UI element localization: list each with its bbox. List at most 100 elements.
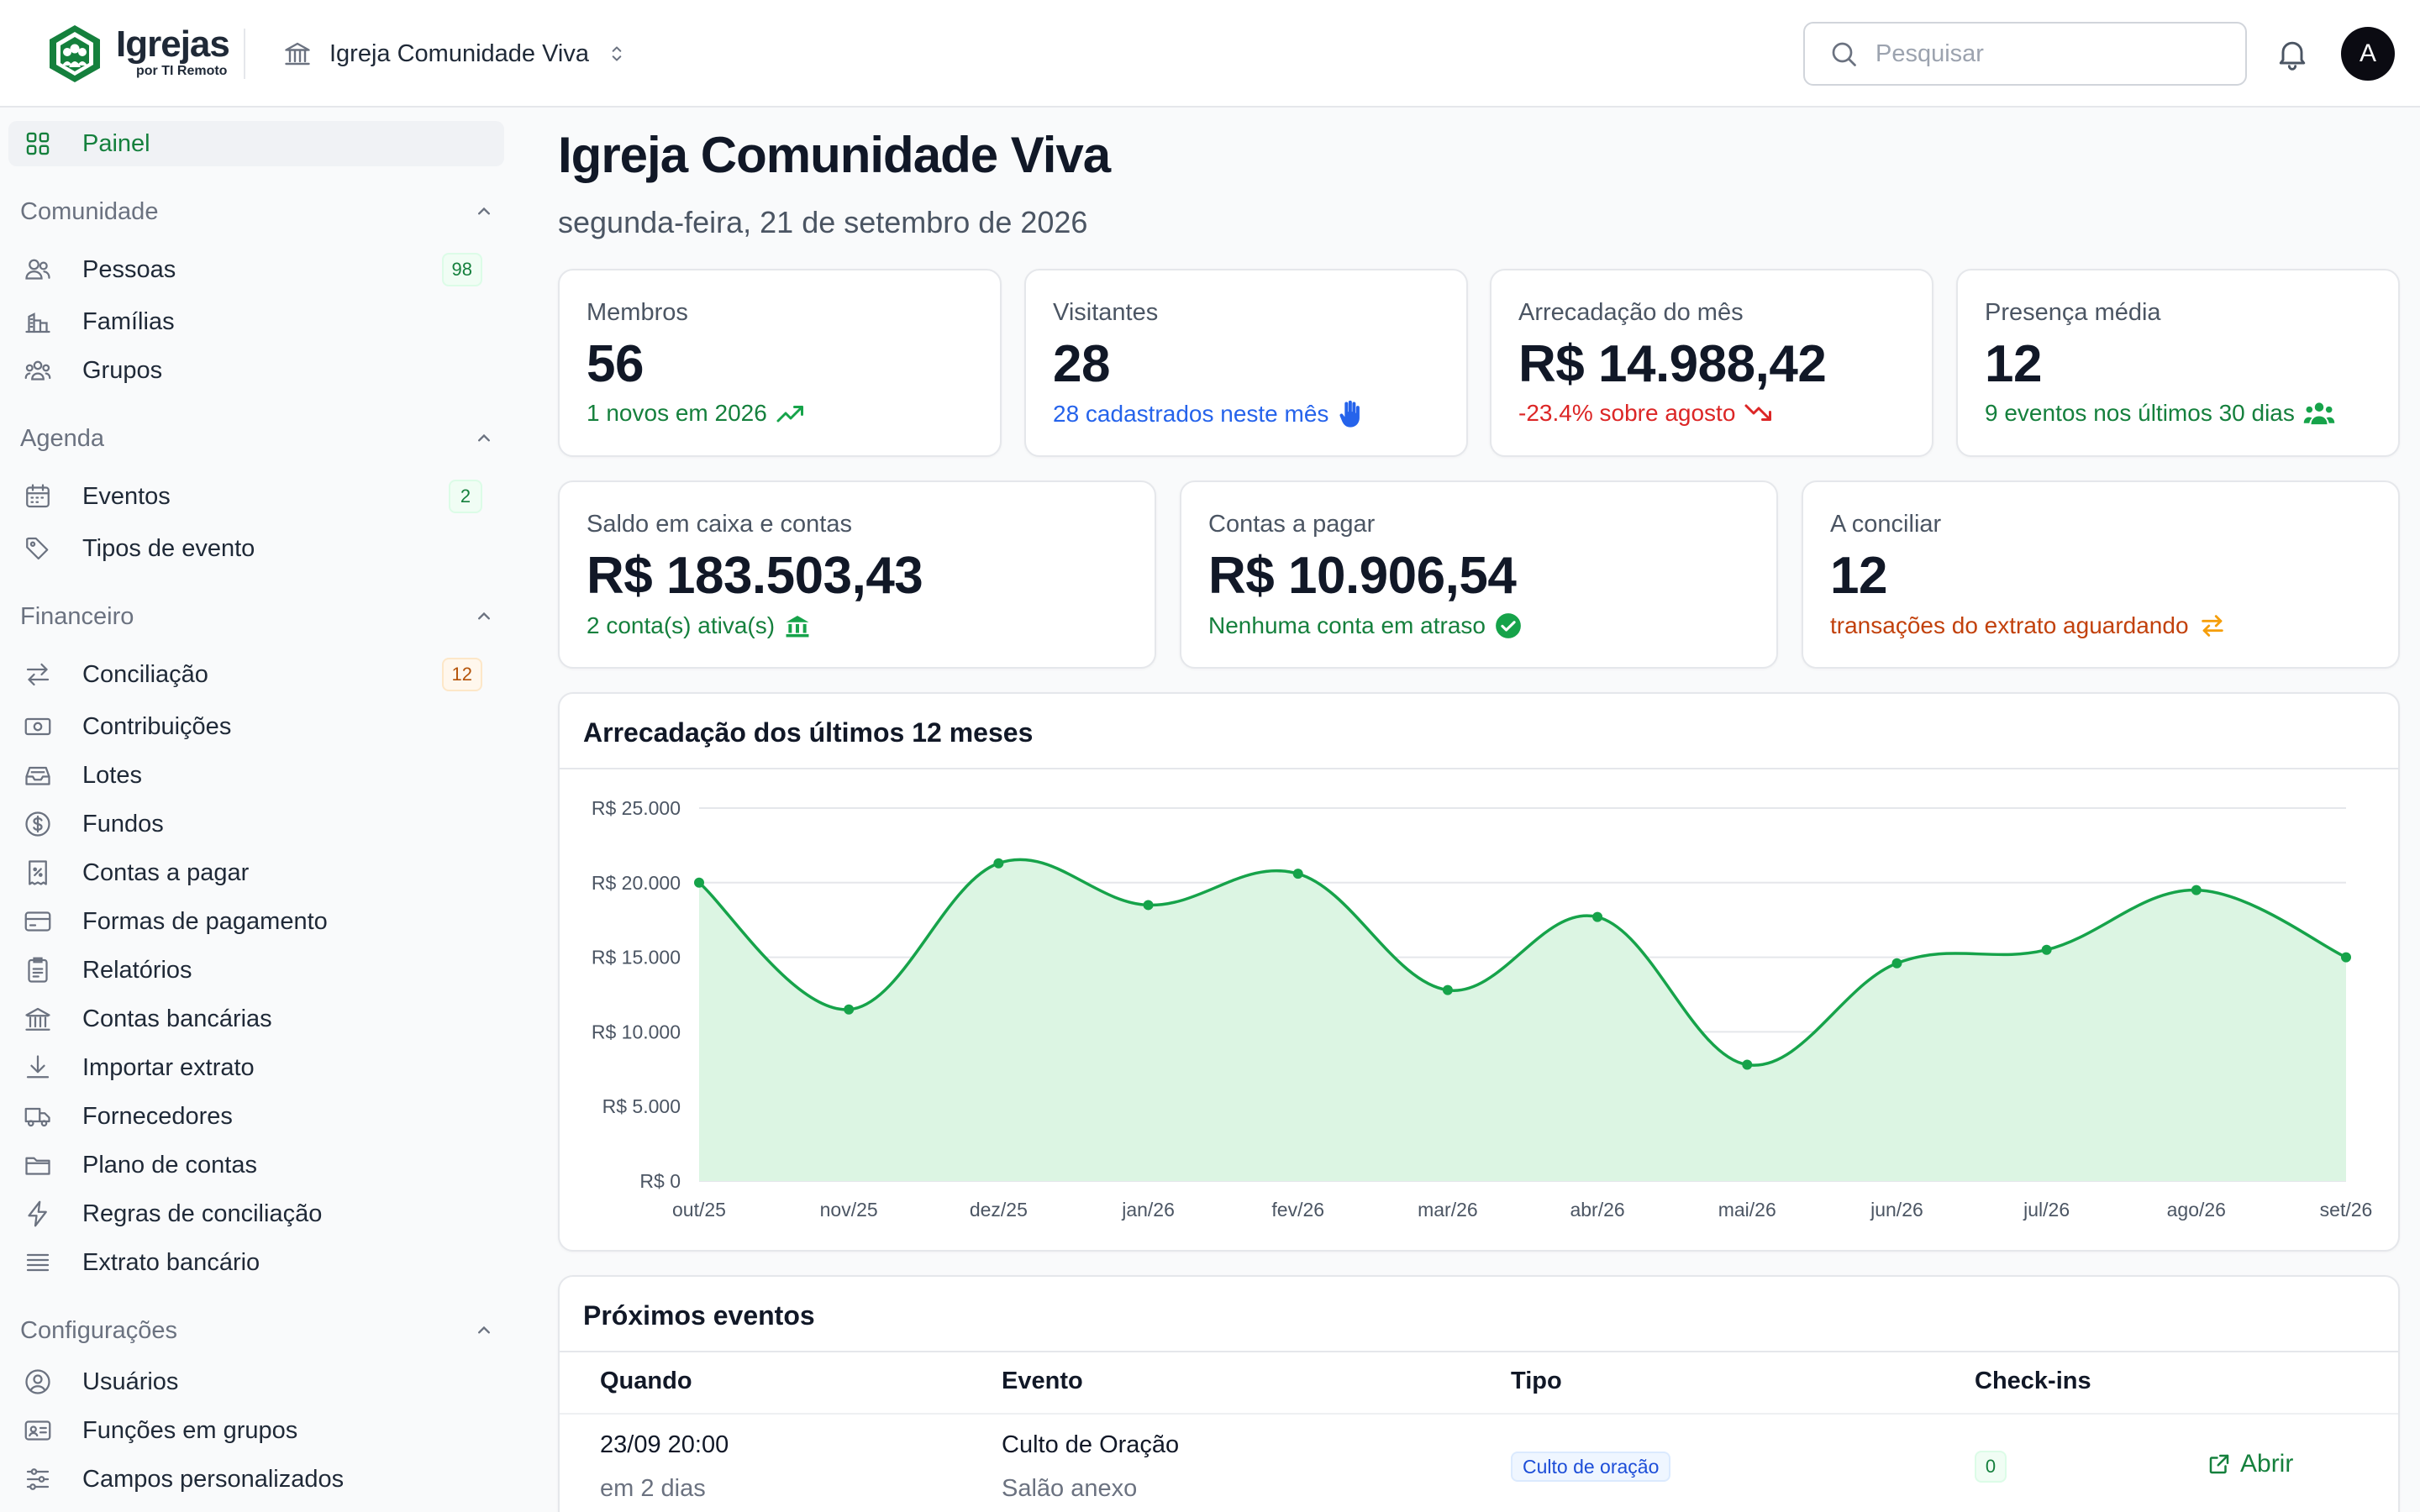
- stat-label: Presença média: [1985, 299, 2161, 326]
- open-event-link[interactable]: Abrir: [2207, 1450, 2293, 1478]
- column-header-when[interactable]: Quando: [600, 1368, 692, 1395]
- sidebar-item-fundos[interactable]: Fundos: [8, 801, 504, 847]
- external-link-icon: [2209, 1454, 2229, 1474]
- sidebar-item-fornecedores[interactable]: Fornecedores: [8, 1094, 504, 1139]
- sidebar-item-pessoas[interactable]: Pessoas 98: [8, 247, 504, 292]
- stat-card-membros[interactable]: Membros 56 1 novos em 2026: [558, 269, 1002, 457]
- event-when: 23/09 20:00: [600, 1431, 729, 1458]
- inbox-icon: [22, 759, 54, 791]
- x-tick-label: ago/26: [2167, 1199, 2226, 1221]
- sidebar: Painel Comunidade Pessoas 98 Famílias Gr…: [0, 109, 521, 1512]
- x-tick-label: jan/26: [1121, 1199, 1175, 1221]
- chart-data-point: [2341, 952, 2351, 963]
- section-header-comunidade[interactable]: Comunidade: [20, 193, 496, 230]
- stat-card-visitantes[interactable]: Visitantes 28 28 cadastrados neste mês: [1024, 269, 1468, 457]
- truck-icon: [22, 1100, 54, 1132]
- page-title: Igreja Comunidade Viva: [558, 127, 1111, 183]
- stat-card-arrecadacao[interactable]: Arrecadação do mês R$ 14.988,42 -23.4% s…: [1490, 269, 1933, 457]
- sidebar-item-funcoes-em-grupos[interactable]: Funções em grupos: [8, 1408, 504, 1453]
- stat-subtext-label: Nenhuma conta em atraso: [1208, 612, 1486, 638]
- sidebar-item-label: Eventos: [82, 482, 171, 510]
- stat-label: Membros: [587, 299, 688, 326]
- sidebar-item-label: Importar extrato: [82, 1053, 255, 1081]
- section-header-agenda[interactable]: Agenda: [20, 420, 496, 457]
- column-header-type[interactable]: Tipo: [1511, 1368, 1562, 1395]
- chevron-up-icon: [478, 612, 490, 620]
- sidebar-item-relatorios[interactable]: Relatórios: [8, 948, 504, 993]
- x-tick-label: nov/25: [820, 1199, 878, 1221]
- chart-data-point: [1891, 958, 1902, 969]
- stat-card-contas-a-pagar[interactable]: Contas a pagar R$ 10.906,54 Nenhuma cont…: [1180, 480, 1778, 669]
- sidebar-item-regras-de-conciliacao[interactable]: Regras de conciliação: [8, 1191, 504, 1236]
- brand-logo[interactable]: Igrejas por TI Remoto: [47, 22, 232, 86]
- sidebar-item-familias[interactable]: Famílias: [8, 299, 504, 344]
- column-header-event[interactable]: Evento: [1002, 1368, 1083, 1395]
- section-header-configuracoes[interactable]: Configurações: [20, 1312, 496, 1349]
- sidebar-item-contas-a-pagar[interactable]: Contas a pagar: [8, 850, 504, 895]
- sidebar-item-conciliacao[interactable]: Conciliação 12: [8, 652, 504, 697]
- stat-subtext: -23.4% sobre agosto: [1518, 400, 1774, 427]
- x-tick-label: mai/26: [1718, 1199, 1776, 1221]
- sidebar-item-contas-bancarias[interactable]: Contas bancárias: [8, 996, 504, 1042]
- stat-subtext: 28 cadastrados neste mês: [1053, 400, 1362, 428]
- stat-card-a-conciliar[interactable]: A conciliar 12 transações do extrato agu…: [1802, 480, 2400, 669]
- chart-data-point: [694, 877, 704, 888]
- x-tick-label: fev/26: [1271, 1199, 1324, 1221]
- sidebar-item-label: Grupos: [82, 356, 163, 384]
- credit-card-icon: [22, 906, 54, 937]
- column-header-checkins[interactable]: Check-ins: [1975, 1368, 2091, 1395]
- stat-label: Visitantes: [1053, 299, 1159, 326]
- stat-value: R$ 10.906,54: [1208, 547, 1517, 605]
- sidebar-item-tipos-de-evento[interactable]: Tipos de evento: [8, 526, 504, 571]
- grid-icon: [22, 128, 54, 160]
- search-box[interactable]: [1803, 22, 2247, 86]
- sidebar-item-formas-de-pagamento[interactable]: Formas de pagamento: [8, 899, 504, 944]
- sidebar-item-importar-extrato[interactable]: Importar extrato: [8, 1045, 504, 1090]
- sidebar-item-grupos[interactable]: Grupos: [8, 348, 504, 393]
- sidebar-item-contribuicoes[interactable]: Contribuições: [8, 704, 504, 749]
- section-header-financeiro[interactable]: Financeiro: [20, 598, 496, 635]
- sidebar-item-painel[interactable]: Painel: [8, 121, 504, 166]
- stat-value: R$ 14.988,42: [1518, 335, 1827, 393]
- table-header-divider: [560, 1413, 2398, 1415]
- sidebar-item-label: Usuários: [82, 1368, 179, 1395]
- sidebar-item-label: Contribuições: [82, 712, 232, 740]
- stat-subtext-label: 9 eventos nos últimos 30 dias: [1985, 400, 2295, 426]
- stat-card-saldo[interactable]: Saldo em caixa e contas R$ 183.503,43 2 …: [558, 480, 1156, 669]
- sidebar-item-plano-de-contas[interactable]: Plano de contas: [8, 1142, 504, 1188]
- sidebar-item-label: Extrato bancário: [82, 1248, 260, 1276]
- family-icon: [22, 306, 54, 338]
- groups-icon: [22, 354, 54, 386]
- top-bar: Igrejas por TI Remoto Igreja Comunidade …: [0, 0, 2420, 108]
- sidebar-item-eventos[interactable]: Eventos 2: [8, 474, 504, 519]
- sliders-icon: [22, 1463, 54, 1495]
- chart-data-point: [993, 858, 1004, 869]
- folder-icon: [22, 1149, 54, 1181]
- chart-data-point: [844, 1004, 855, 1015]
- brand-subtitle: por TI Remoto: [136, 64, 228, 78]
- sidebar-item-campos-personalizados[interactable]: Campos personalizados: [8, 1457, 504, 1502]
- sidebar-item-label: Tipos de evento: [82, 534, 255, 562]
- sidebar-item-lotes[interactable]: Lotes: [8, 753, 504, 798]
- stat-subtext-label: 2 conta(s) ativa(s): [587, 612, 776, 638]
- swap-icon: [2201, 615, 2223, 637]
- notifications-button[interactable]: [2274, 35, 2311, 72]
- stat-subtext-label: -23.4% sobre agosto: [1518, 400, 1736, 426]
- trending-up-icon: [776, 406, 803, 423]
- download-icon: [22, 1052, 54, 1084]
- sidebar-item-extrato-bancario[interactable]: Extrato bancário: [8, 1240, 504, 1285]
- church-logo-icon: [50, 25, 100, 82]
- search-input[interactable]: [1876, 39, 2228, 68]
- church-selector[interactable]: Igreja Comunidade Viva: [282, 34, 628, 74]
- sidebar-item-usuarios[interactable]: Usuários: [8, 1359, 504, 1404]
- chart-data-point: [2041, 944, 2052, 955]
- upcoming-events-panel: Próximos eventos Quando Evento Tipo Chec…: [558, 1275, 2400, 1512]
- stat-card-presenca-media[interactable]: Presença média 12 9 eventos nos últimos …: [1956, 269, 2400, 457]
- trending-down-icon: [1744, 404, 1772, 421]
- stat-value: 28: [1053, 335, 1110, 393]
- x-tick-label: mar/26: [1418, 1199, 1478, 1221]
- checkins-badge: 0: [1975, 1451, 2007, 1483]
- y-tick-label: R$ 25.000: [592, 797, 681, 819]
- top-divider: [244, 29, 245, 79]
- user-avatar[interactable]: A: [2341, 27, 2395, 81]
